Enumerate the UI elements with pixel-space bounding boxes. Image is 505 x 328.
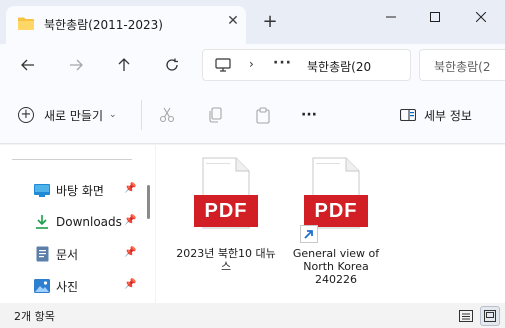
computer-icon (215, 58, 231, 72)
status-bar: 2개 항목 (0, 303, 505, 328)
sidebar-item-label: 바탕 화면 (56, 183, 104, 198)
file-item[interactable]: PDF General view of North Korea 240226 (286, 157, 386, 297)
pdf-badge: PDF (194, 195, 258, 227)
tiles-view-icon (484, 310, 496, 322)
item-count: 2개 항목 (14, 310, 55, 323)
back-button[interactable] (14, 52, 42, 78)
forward-button[interactable] (62, 52, 90, 78)
chevron-right-icon[interactable]: › (249, 57, 254, 71)
command-bar: + 새로 만들기 ⌄ ··· 세부 정보 (0, 86, 505, 144)
file-item[interactable]: PDF 2023년 북한10 대뉴스 (176, 157, 276, 297)
pin-icon[interactable]: 📌 (124, 183, 136, 197)
more-options-button[interactable]: ··· (300, 106, 318, 124)
download-icon (34, 214, 50, 230)
close-icon (476, 12, 486, 22)
pictures-icon (34, 278, 50, 294)
new-button[interactable]: + 새로 만들기 ⌄ (18, 104, 117, 126)
maximize-icon (430, 12, 440, 22)
documents-icon (34, 246, 50, 262)
copy-button[interactable] (206, 106, 224, 124)
sidebar-scrollbar[interactable] (147, 185, 150, 219)
sidebar-item-documents[interactable]: 문서 📌 (34, 243, 144, 265)
pin-icon[interactable]: 📌 (124, 279, 136, 293)
refresh-icon (166, 58, 178, 71)
sidebar-item-label: 문서 (56, 247, 79, 262)
divider (12, 159, 132, 160)
arrow-left-icon (21, 59, 34, 71)
clipboard-icon (256, 106, 270, 124)
desktop-icon (34, 182, 50, 198)
sidebar-item-pictures[interactable]: 사진 📌 (34, 275, 144, 297)
sidebar-item-label: Downloads (56, 215, 122, 229)
refresh-button[interactable] (158, 52, 186, 78)
file-name: General view of North Korea 240226 (292, 247, 380, 286)
search-input[interactable]: 북한총람(2 (419, 49, 505, 81)
add-circle-icon: + (18, 107, 34, 123)
close-window-button[interactable] (458, 6, 504, 28)
navigation-pane: 바탕 화면 📌 Downloads 📌 문서 📌 사진 📌 (0, 145, 155, 303)
arrow-up-icon (118, 58, 130, 71)
address-bar[interactable]: › ··· 북한총람(20 (202, 49, 411, 81)
list-view-icon (459, 310, 473, 322)
details-pane-button[interactable]: 세부 정보 (400, 104, 472, 126)
copy-icon (209, 107, 222, 123)
paste-button[interactable] (254, 106, 272, 124)
shortcut-arrow-icon (300, 225, 318, 243)
address-path-segment[interactable]: 북한총람(20 (307, 58, 371, 75)
search-placeholder: 북한총람(2 (434, 60, 491, 74)
minimize-button[interactable] (368, 6, 414, 28)
details-pane-label: 세부 정보 (424, 108, 472, 123)
large-icons-view-button[interactable] (480, 306, 500, 326)
details-view-button[interactable] (456, 306, 476, 326)
file-name: 2023년 북한10 대뉴스 (176, 247, 276, 273)
navigation-bar: › ··· 북한총람(20 북한총람(2 (0, 44, 505, 86)
scissors-icon (159, 107, 175, 123)
close-tab-icon[interactable]: ✕ (226, 14, 240, 28)
address-overflow[interactable]: ··· (273, 55, 292, 71)
folder-icon (18, 17, 34, 30)
new-tab-button[interactable]: + (262, 13, 278, 31)
tab-title: 북한총람(2011-2023) (44, 18, 163, 32)
details-pane-icon (400, 108, 416, 122)
arrow-right-icon (70, 59, 83, 71)
sidebar-item-label: 사진 (56, 279, 79, 294)
minimize-icon (386, 16, 396, 18)
new-button-label: 새로 만들기 (44, 108, 104, 123)
file-list: PDF 2023년 북한10 대뉴스 PDF General view of N… (156, 145, 505, 303)
title-bar: 북한총람(2011-2023) ✕ + (0, 0, 505, 44)
sidebar-item-desktop[interactable]: 바탕 화면 📌 (34, 179, 144, 201)
pin-icon[interactable]: 📌 (124, 215, 136, 229)
pin-icon[interactable]: 📌 (124, 247, 136, 261)
sidebar-item-downloads[interactable]: Downloads 📌 (34, 211, 144, 233)
cut-button[interactable] (158, 106, 176, 124)
chevron-down-icon: ⌄ (109, 110, 117, 120)
maximize-button[interactable] (412, 6, 458, 28)
divider (141, 100, 142, 130)
tab-folder[interactable]: 북한총람(2011-2023) ✕ (6, 6, 246, 44)
up-button[interactable] (110, 52, 138, 78)
pdf-badge: PDF (304, 195, 368, 227)
